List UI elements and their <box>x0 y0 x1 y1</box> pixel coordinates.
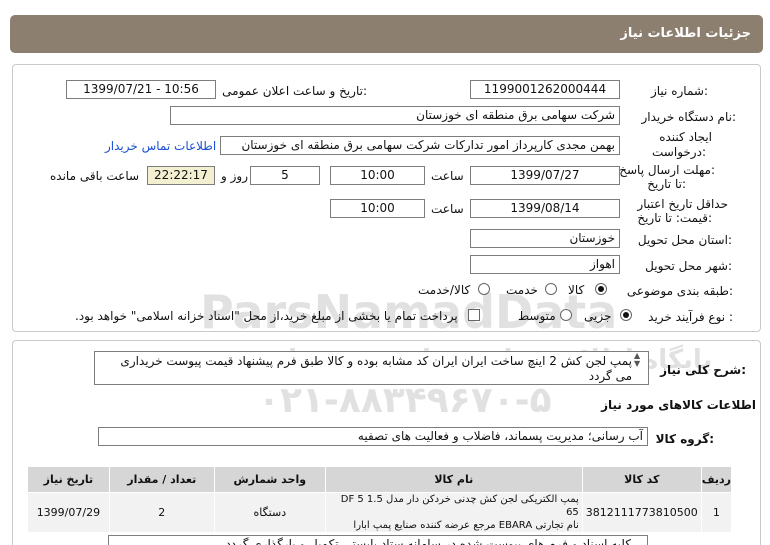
col-row: ردیف <box>700 466 733 493</box>
cell-unit: دستگاه <box>213 492 326 533</box>
city-label: شهر محل تحویل: <box>645 259 732 273</box>
col-unit: واحد شمارش <box>213 466 326 493</box>
process-medium-label: متوسط <box>518 309 556 323</box>
goods-group-label: گروه کالا: <box>655 432 714 446</box>
deadline-label-1: مهلت ارسال پاسخ: <box>619 163 715 177</box>
category-service-label: خدمت <box>506 283 538 297</box>
validity-date-field: 1399/08/14 <box>470 199 620 218</box>
goods-section-title: اطلاعات کالاهای مورد نیاز <box>601 398 756 412</box>
validity-time-field: 10:00 <box>330 199 425 218</box>
cell-date: 1399/07/29 <box>27 492 110 533</box>
summary-label: شرح کلی نیاز: <box>660 363 746 377</box>
goods-table: ردیف کد کالا نام کالا واحد شمارش تعداد /… <box>27 466 733 533</box>
goods-table-header: ردیف کد کالا نام کالا واحد شمارش تعداد /… <box>27 466 733 493</box>
cell-row: 1 <box>700 492 733 533</box>
contact-buyer-link[interactable]: اطلاعات تماس خریدار <box>105 139 216 153</box>
validity-label-1: حداقل تاریخ اعتبار <box>637 197 728 211</box>
category-label: طبقه بندی موضوعی: <box>626 284 733 298</box>
process-label: نوع فرآیند خرید : <box>648 310 733 324</box>
remaining-label: ساعت باقی مانده <box>50 169 140 183</box>
cell-name-line-1: پمپ الکتریکی لجن کش چدنی خردکن دار مدل D… <box>340 494 579 518</box>
creator-label-1: ایجاد کننده <box>659 130 712 144</box>
announce-label: تاریخ و ساعت اعلان عمومی: <box>222 84 367 98</box>
payment-note: پرداخت تمام یا بخشی از مبلغ خرید،از محل … <box>75 309 458 323</box>
treasury-checkbox[interactable] <box>468 309 480 321</box>
cell-name-line-2: نام تجارتی EBARA مرجع عرضه کننده صنایع پ… <box>353 520 579 531</box>
deadline-time-field: 10:00 <box>330 166 425 185</box>
col-name: نام کالا <box>324 466 583 493</box>
deadline-time-label: ساعت <box>431 169 464 183</box>
goods-group-field: آب رسانی؛ مدیریت پسماند، فاضلاب و فعالیت… <box>98 427 648 446</box>
col-qty: تعداد / مقدار <box>108 466 215 493</box>
col-date: تاریخ نیاز <box>27 466 110 493</box>
process-minor-label: جزیی <box>584 309 612 323</box>
cell-code: 3812111773810500 <box>581 492 702 533</box>
buyer-field: شرکت سهامی برق منطقه ای خوزستان <box>170 106 620 125</box>
days-field: 5 <box>250 166 320 185</box>
validity-time-label: ساعت <box>431 202 464 216</box>
need-number-label: شماره نیاز: <box>650 84 708 98</box>
notes-textarea[interactable]: کلیه اسناد و فرم های پیوست شده در سامانه… <box>108 535 648 545</box>
province-label: استان محل تحویل: <box>637 233 732 247</box>
page-header: جزئیات اطلاعات نیاز <box>10 15 763 53</box>
remaining-timer: 22:22:17 <box>147 166 215 185</box>
table-row: 1 3812111773810500 پمپ الکتریکی لجن کش چ… <box>27 492 733 533</box>
deadline-date-field: 1399/07/27 <box>470 166 620 185</box>
creator-field: بهمن مجدی کارپرداز امور تدارکات شرکت سها… <box>220 136 620 155</box>
col-code: کد کالا <box>581 466 702 493</box>
category-goods-service-label: کالا/خدمت <box>418 283 471 297</box>
process-minor-radio[interactable] <box>620 309 632 321</box>
process-medium-radio[interactable] <box>560 309 572 321</box>
cell-qty: 2 <box>108 492 215 533</box>
summary-textarea[interactable]: پمپ لجن کش 2 اینچ ساخت ایران ایران کد مش… <box>94 351 649 385</box>
announce-field: 1399/07/21 - 10:56 <box>66 80 216 99</box>
category-goods-radio[interactable] <box>595 283 607 295</box>
resize-grip-icon: ▲ ▼ <box>634 351 641 368</box>
creator-label-2: درخواست: <box>652 145 706 159</box>
page-title: جزئیات اطلاعات نیاز <box>620 26 751 41</box>
city-field: اهواز <box>470 255 620 274</box>
category-goods-label: کالا <box>568 283 585 297</box>
deadline-label-2: تا تاریخ: <box>647 177 686 191</box>
category-goods-service-radio[interactable] <box>478 283 490 295</box>
buyer-label: نام دستگاه خریدار: <box>641 110 737 124</box>
days-label: روز و <box>221 169 248 183</box>
validity-label-2: قیمت: تا تاریخ: <box>637 211 712 225</box>
cell-name: پمپ الکتریکی لجن کش چدنی خردکن دار مدل D… <box>324 492 583 533</box>
province-field: خوزستان <box>470 229 620 248</box>
category-service-radio[interactable] <box>545 283 557 295</box>
need-number-field: 1199001262000444 <box>470 80 620 99</box>
